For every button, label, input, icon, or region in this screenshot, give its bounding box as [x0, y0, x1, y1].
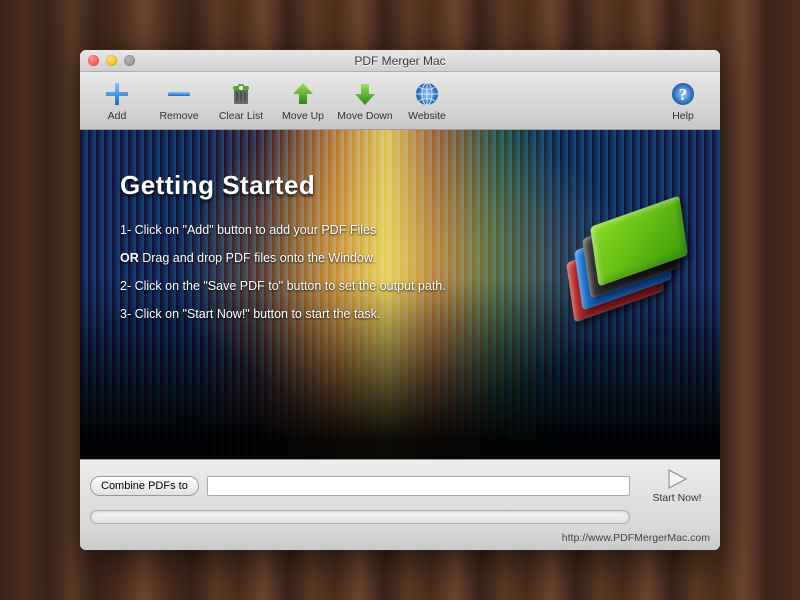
footer: http://www.PDFMergerMac.com: [80, 528, 720, 550]
add-button[interactable]: Add: [86, 74, 148, 128]
trash-icon: [226, 79, 256, 109]
or-rest: Drag and drop PDF files onto the Window.: [139, 251, 376, 265]
help-icon: ?: [668, 79, 698, 109]
moveup-button[interactable]: Move Up: [272, 74, 334, 128]
movedown-button[interactable]: Move Down: [334, 74, 396, 128]
heading: Getting Started: [120, 170, 520, 201]
movedown-label: Move Down: [337, 110, 392, 122]
books-illustration: [560, 200, 680, 310]
step-1: 1- Click on "Add" button to add your PDF…: [120, 223, 520, 237]
close-icon[interactable]: [88, 55, 99, 66]
start-now-label[interactable]: Start Now!: [652, 492, 701, 504]
or-prefix: OR: [120, 251, 139, 265]
content-area[interactable]: Getting Started 1- Click on "Add" button…: [80, 130, 720, 459]
arrow-up-icon: [288, 79, 318, 109]
titlebar[interactable]: PDF Merger Mac: [80, 50, 720, 72]
remove-label: Remove: [159, 110, 198, 122]
add-label: Add: [108, 110, 127, 122]
remove-button[interactable]: Remove: [148, 74, 210, 128]
clearlist-button[interactable]: Clear List: [210, 74, 272, 128]
arrow-down-icon: [350, 79, 380, 109]
getting-started-text: Getting Started 1- Click on "Add" button…: [120, 170, 520, 335]
website-button[interactable]: Website: [396, 74, 458, 128]
combine-pdfs-to-button[interactable]: Combine PDFs to: [90, 476, 199, 496]
progress-bar: [90, 510, 630, 524]
minimize-icon[interactable]: [106, 55, 117, 66]
help-button[interactable]: ? Help: [652, 74, 714, 128]
app-window: PDF Merger Mac Add Remove Clear List Mov…: [80, 50, 720, 550]
step-or: OR Drag and drop PDF files onto the Wind…: [120, 251, 520, 265]
website-label: Website: [408, 110, 446, 122]
traffic-lights: [80, 55, 135, 66]
plus-icon: [102, 79, 132, 109]
play-icon[interactable]: [665, 468, 689, 490]
moveup-label: Move Up: [282, 110, 324, 122]
clearlist-label: Clear List: [219, 110, 263, 122]
output-path-field[interactable]: [207, 476, 630, 496]
help-label: Help: [672, 110, 694, 122]
bottom-panel: Combine PDFs to Start Now!: [80, 459, 720, 528]
step-2: 2- Click on the "Save PDF to" button to …: [120, 279, 520, 293]
window-title: PDF Merger Mac: [80, 54, 720, 68]
toolbar: Add Remove Clear List Move Up Move Down: [80, 72, 720, 130]
svg-text:?: ?: [679, 85, 688, 104]
globe-icon: [412, 79, 442, 109]
minus-icon: [164, 79, 194, 109]
footer-url[interactable]: http://www.PDFMergerMac.com: [562, 532, 710, 544]
step-3: 3- Click on "Start Now!" button to start…: [120, 307, 520, 321]
zoom-icon[interactable]: [124, 55, 135, 66]
